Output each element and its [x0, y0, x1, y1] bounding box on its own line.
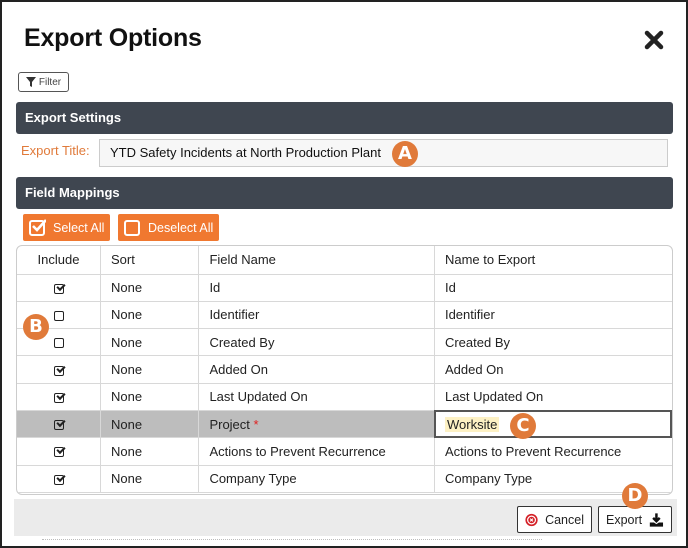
field-name: Id: [209, 280, 221, 296]
include-checkbox[interactable]: [53, 447, 64, 458]
export-name: Actions to Prevent Recurrence: [444, 443, 622, 459]
dialog-title: Export Options: [24, 24, 202, 52]
table-row[interactable]: None Last Updated On Last Updated On: [17, 383, 672, 411]
cancel-circle-icon: [525, 513, 538, 526]
empty-box-icon: [124, 219, 140, 236]
field-name: Company Type: [209, 471, 297, 487]
field-name: Actions to Prevent Recurrence: [209, 443, 386, 459]
export-options-dialog: Export Options Filter Export Settings Ex…: [0, 0, 688, 548]
sort-cell[interactable]: None: [100, 410, 200, 439]
field-name: Project: [209, 416, 250, 432]
field-mappings-header: Field Mappings: [16, 177, 673, 209]
include-checkbox[interactable]: [53, 420, 64, 431]
include-checkbox[interactable]: [53, 338, 64, 349]
export-name: Created By: [444, 334, 511, 350]
export-name: Identifier: [444, 307, 495, 323]
close-button[interactable]: [643, 29, 665, 51]
sort-cell[interactable]: None: [100, 328, 200, 357]
sort-cell[interactable]: None: [100, 465, 200, 493]
scroll-overflow-hint: [42, 539, 542, 542]
include-cell: [17, 437, 101, 466]
column-header-name-to-export[interactable]: Name to Export: [434, 246, 672, 275]
export-settings-header: Export Settings: [16, 102, 673, 134]
field-name-cell: Project *: [198, 410, 435, 439]
deselect-all-button[interactable]: Deselect All: [118, 214, 219, 241]
field-mappings-table: Include Sort Field Name Name to Export N…: [16, 245, 673, 495]
include-checkbox[interactable]: [53, 365, 64, 376]
field-name-cell: Created By: [198, 328, 435, 357]
field-name-cell: Id: [198, 274, 435, 302]
column-header-sort[interactable]: Sort: [100, 246, 200, 275]
sort-cell[interactable]: None: [100, 383, 200, 411]
field-name-cell: Identifier: [198, 301, 435, 330]
callout-badge-b: B: [23, 314, 49, 340]
name-to-export-cell[interactable]: Id: [434, 274, 672, 302]
include-checkbox[interactable]: [53, 311, 64, 321]
required-marker: *: [253, 416, 259, 432]
column-header-include[interactable]: Include: [17, 246, 101, 275]
export-title-input[interactable]: YTD Safety Incidents at North Production…: [99, 139, 668, 167]
field-name: Identifier: [209, 307, 260, 323]
field-name-cell: Actions to Prevent Recurrence: [198, 437, 435, 466]
close-icon: [644, 30, 664, 50]
table-row[interactable]: None Identifier Identifier: [17, 301, 672, 330]
filter-button[interactable]: Filter: [18, 72, 69, 92]
name-to-export-cell[interactable]: Added On: [434, 355, 672, 384]
column-header-field-name[interactable]: Field Name: [198, 246, 435, 275]
sort-cell[interactable]: None: [100, 274, 200, 302]
name-to-export-cell[interactable]: Actions to Prevent Recurrence: [434, 437, 672, 466]
select-all-label: Select All: [53, 220, 105, 235]
name-to-export-cell[interactable]: Identifier: [434, 301, 672, 330]
export-name: Company Type: [444, 471, 533, 487]
table-row[interactable]: None Actions to Prevent Recurrence Actions…: [17, 437, 672, 466]
field-name: Added On: [209, 362, 268, 378]
include-checkbox[interactable]: [53, 474, 64, 485]
deselect-all-label: Deselect All: [148, 220, 214, 235]
sort-cell[interactable]: None: [100, 301, 200, 330]
field-name-cell: Added On: [198, 355, 435, 384]
filter-label: Filter: [38, 76, 62, 88]
select-all-button[interactable]: Select All: [23, 214, 110, 241]
include-checkbox[interactable]: [53, 392, 64, 403]
callout-badge-d: D: [622, 483, 648, 509]
include-cell: [17, 383, 101, 411]
table-row[interactable]: None Company Type Company Type: [17, 465, 672, 493]
sort-cell[interactable]: None: [100, 355, 200, 384]
table-row[interactable]: None Id Id: [17, 274, 672, 302]
export-button[interactable]: Export: [598, 506, 672, 533]
export-title-label: Export Title:: [21, 143, 90, 158]
download-icon: [649, 512, 664, 527]
include-cell: [17, 465, 101, 493]
field-name: Created By: [209, 334, 275, 350]
filter-icon: [25, 77, 36, 87]
checked-box-icon: [29, 218, 46, 236]
field-name-cell: Last Updated On: [198, 383, 435, 411]
cancel-label: Cancel: [545, 512, 584, 527]
include-cell: [17, 274, 101, 302]
table-row[interactable]: None Created By Created By: [17, 328, 672, 357]
table-row[interactable]: None Project * Worksite: [17, 410, 672, 439]
table-row[interactable]: None Added On Added On: [17, 355, 672, 384]
export-name: Last Updated On: [444, 389, 544, 405]
table-header-row: Include Sort Field Name Name to Export: [17, 246, 672, 275]
export-label: Export: [606, 512, 643, 527]
field-name-cell: Company Type: [198, 465, 435, 493]
include-checkbox[interactable]: [53, 283, 64, 294]
field-name: Last Updated On: [209, 389, 308, 405]
export-name: Added On: [444, 362, 504, 378]
export-name: Worksite: [444, 416, 500, 432]
sort-cell[interactable]: None: [100, 437, 200, 466]
callout-badge-a: A: [392, 141, 418, 167]
export-name: Id: [444, 280, 456, 296]
include-cell: [17, 355, 101, 384]
name-to-export-cell[interactable]: Worksite: [434, 410, 672, 439]
cancel-button[interactable]: Cancel: [517, 506, 592, 533]
include-cell: [17, 410, 101, 439]
name-to-export-cell[interactable]: Created By: [434, 328, 672, 357]
callout-badge-c: C: [510, 413, 536, 439]
name-to-export-cell[interactable]: Last Updated On: [434, 383, 672, 411]
